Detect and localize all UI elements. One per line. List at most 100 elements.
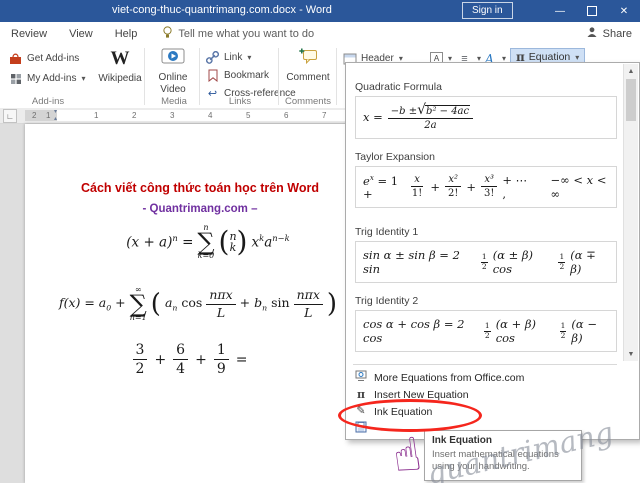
- wikipedia-button[interactable]: W Wikipedia: [98, 48, 142, 85]
- math-token: +: [154, 351, 167, 368]
- ruler-number: 2: [32, 111, 37, 120]
- ruler-number: 1: [46, 111, 51, 120]
- fraction: −b ± √ b² − 4ac 2a: [387, 103, 474, 132]
- math-token: x =: [363, 110, 383, 125]
- title-bar: viet-cong-thuc-quantrimang.com.docx - Wo…: [0, 0, 640, 22]
- fraction: 19: [213, 342, 229, 377]
- fraction: 12: [558, 252, 566, 271]
- summation-operator: n ∑ k=0: [197, 223, 215, 261]
- equation-fourier-series: f(x) = a0 + ∞ ∑ n=1 ( an cos nπx L + bn s…: [33, 286, 363, 322]
- tooltip-body: Insert mathematical equations using your…: [432, 449, 559, 473]
- chevron-down-icon: ▾: [247, 53, 252, 62]
- summation-operator: ∞ ∑ n=1: [129, 285, 147, 323]
- group-divider: [199, 48, 200, 105]
- ruler-number: 7: [322, 111, 327, 120]
- tell-me-search[interactable]: Tell me what you want to do: [162, 25, 315, 42]
- new-comment-icon: [298, 48, 318, 69]
- equation-binomial-theorem: (x + a)n = n ∑ k=0 ( nk ) xkan−k: [73, 224, 343, 260]
- gallery-item-title: Quadratic Formula: [355, 81, 442, 93]
- tab-review[interactable]: Review: [0, 22, 58, 45]
- document-subheading: - Quantrimang.com –: [142, 203, 258, 215]
- math-token: cos α + cos β = 2 cos: [363, 317, 465, 346]
- math-token: sin α ± sin β = 2 sin: [363, 248, 460, 277]
- document-title: viet-cong-thuc-quantrimang.com.docx - Wo…: [112, 4, 332, 16]
- restore-icon: [587, 6, 597, 16]
- math-token: xkan−k: [251, 233, 290, 251]
- tab-view[interactable]: View: [58, 22, 104, 45]
- link-button[interactable]: Link ▾: [205, 49, 251, 66]
- math-token: ex = 1 +: [363, 172, 399, 202]
- ruler-number: 5: [246, 111, 251, 120]
- fraction: x² 2!: [445, 174, 461, 200]
- fraction: 12: [480, 252, 488, 271]
- share-button[interactable]: Share: [586, 22, 632, 45]
- get-add-ins-button[interactable]: Get Add-ins: [8, 50, 79, 67]
- add-ins-grid-icon: [8, 73, 23, 85]
- math-token: =: [235, 351, 248, 368]
- hanging-indent-marker[interactable]: ▴: [54, 116, 57, 122]
- equation-gallery-dropdown: Quadratic Formula x = −b ± √ b² − 4ac 2a …: [345, 62, 640, 440]
- restore-button[interactable]: [576, 0, 608, 22]
- fraction: 12: [483, 321, 491, 340]
- tab-selector[interactable]: ∟: [3, 109, 17, 123]
- big-paren: ): [326, 288, 338, 319]
- tooltip-title: Ink Equation: [432, 435, 492, 446]
- math-token: an cos: [164, 295, 203, 313]
- my-add-ins-button[interactable]: My Add-ins ▾: [8, 70, 85, 87]
- scroll-up-arrow[interactable]: ▲: [624, 64, 638, 78]
- group-divider: [144, 48, 145, 105]
- word-window: viet-cong-thuc-quantrimang.com.docx - Wo…: [0, 0, 640, 483]
- menu-separator: [353, 364, 617, 365]
- math-token: −∞ < x < ∞: [550, 172, 607, 201]
- online-video-label: Online Video: [158, 72, 188, 95]
- group-label-comments: Comments: [285, 96, 331, 107]
- lightbulb-icon: [162, 25, 173, 42]
- link-icon: [205, 51, 220, 64]
- comment-label: Comment: [286, 72, 330, 83]
- bookmark-label: Bookmark: [224, 70, 270, 81]
- close-button[interactable]: ✕: [608, 0, 640, 22]
- trig-identity-2-item[interactable]: cos α + cos β = 2 cos 12 (α + β) cos 12 …: [355, 310, 617, 353]
- ink-equation-highlight-annotation: [338, 399, 482, 432]
- fraction: 64: [173, 342, 189, 377]
- link-label: Link: [224, 52, 243, 63]
- share-label: Share: [602, 27, 632, 40]
- wikipedia-label: Wikipedia: [98, 73, 142, 84]
- ruler-margin-area: [25, 110, 57, 121]
- math-token: (x + a)n =: [126, 233, 194, 251]
- pi-icon: π: [356, 388, 366, 401]
- group-label-add-ins: Add-ins: [31, 96, 65, 107]
- tell-me-label: Tell me what you want to do: [178, 27, 315, 40]
- online-video-button[interactable]: Online Video: [149, 48, 197, 95]
- ruler-number: 4: [208, 111, 213, 120]
- more-equations-item[interactable]: More Equations from Office.com: [347, 369, 623, 386]
- math-token: +: [430, 179, 440, 194]
- minimize-button[interactable]: —: [544, 0, 576, 22]
- scroll-down-arrow[interactable]: ▼: [624, 347, 638, 361]
- ruler-number: 3: [170, 111, 175, 120]
- binomial-coefficient: ( nk ): [218, 224, 248, 258]
- tab-help[interactable]: Help: [104, 22, 149, 45]
- scrollbar-thumb[interactable]: [626, 79, 636, 121]
- first-line-indent-marker[interactable]: ▾: [54, 109, 57, 115]
- group-label-media: Media: [161, 96, 187, 107]
- bookmark-button[interactable]: Bookmark: [205, 67, 269, 84]
- sign-in-button[interactable]: Sign in: [462, 2, 513, 19]
- equation-menu-scrollbar[interactable]: ▲ ▼: [623, 64, 638, 361]
- chevron-down-icon: ▾: [81, 74, 86, 83]
- quadratic-formula-item[interactable]: x = −b ± √ b² − 4ac 2a: [355, 96, 617, 139]
- math-token: (α ∓ β): [570, 248, 596, 277]
- office-gallery-icon: [354, 370, 368, 385]
- taylor-expansion-item[interactable]: ex = 1 + x 1! + x² 2! + x³ 3! + ⋯ , −∞ < x …: [355, 165, 617, 209]
- trig-identity-1-item[interactable]: sin α ± sin β = 2 sin 12 (α ± β) cos 12 …: [355, 241, 617, 284]
- math-token: +: [195, 351, 207, 368]
- share-person-icon: [586, 26, 598, 41]
- math-token: + ⋯ ,: [502, 172, 528, 201]
- fraction: 32: [132, 342, 148, 377]
- bookmark-icon: [205, 69, 220, 82]
- document-heading: Cách viết công thức toán học trên Word: [80, 181, 319, 195]
- fraction: x³ 3!: [481, 174, 497, 200]
- group-divider: [278, 48, 279, 105]
- gallery-item-title: Taylor Expansion: [355, 150, 435, 163]
- comment-button[interactable]: Comment: [283, 48, 333, 84]
